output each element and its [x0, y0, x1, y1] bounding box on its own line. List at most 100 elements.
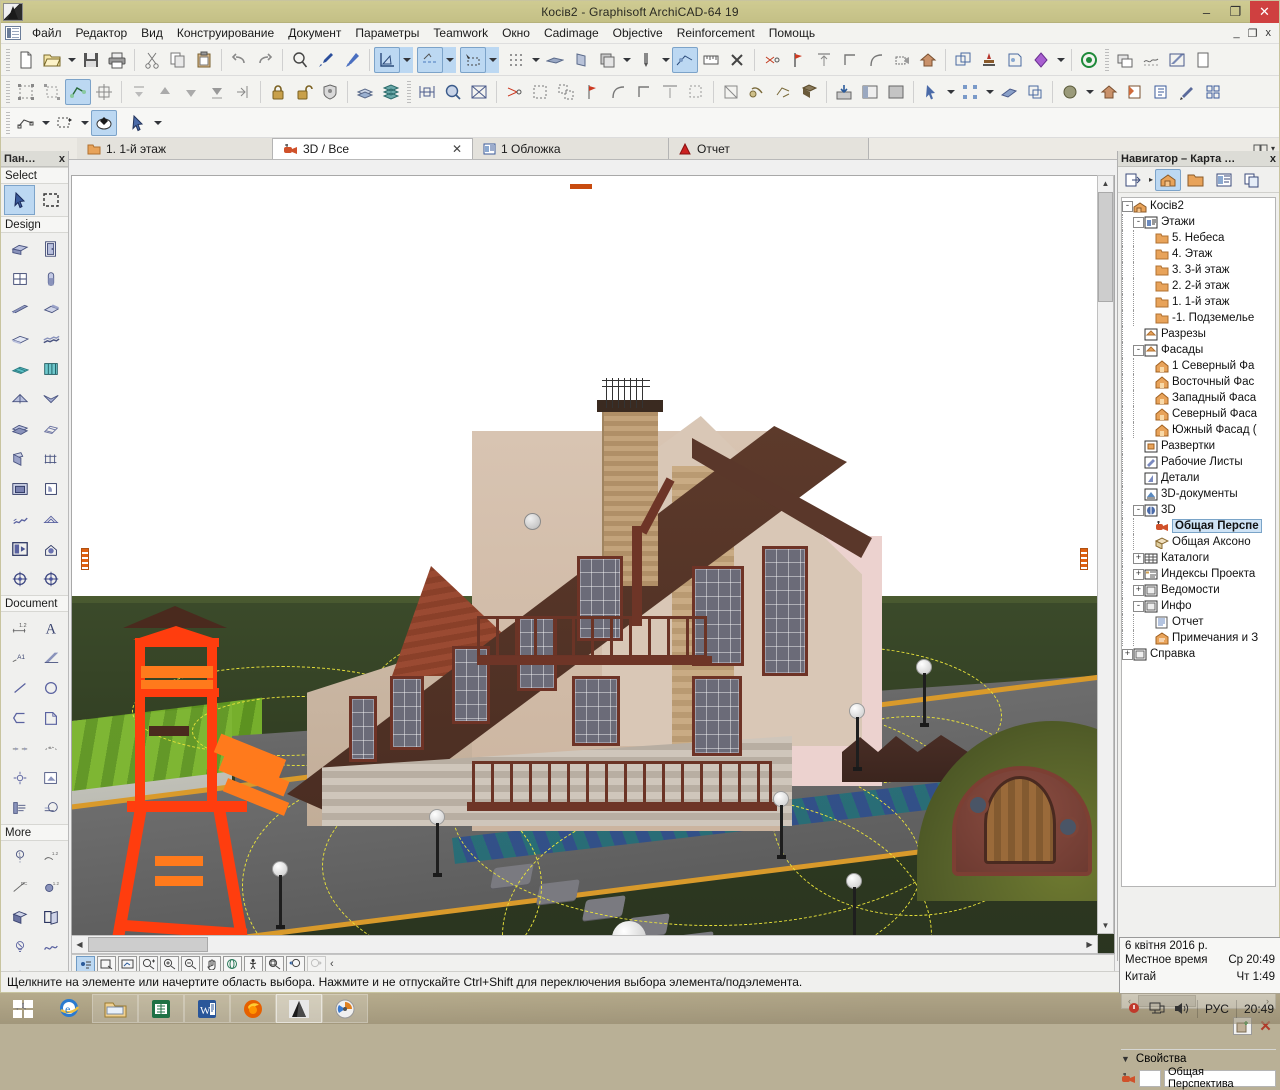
slab-tool-button[interactable] — [542, 47, 568, 73]
media-button[interactable] — [322, 994, 368, 1023]
scroll-up-arrow[interactable]: ▲ — [1098, 176, 1113, 191]
merge-shape-button[interactable] — [744, 79, 770, 105]
tool-dimension[interactable]: 1.2 — [4, 613, 35, 643]
special-snap-dropdown[interactable] — [529, 47, 542, 73]
copy-view-button[interactable] — [1022, 79, 1048, 105]
print-button[interactable] — [104, 47, 130, 73]
group-elements-button[interactable] — [13, 79, 39, 105]
polyline-tool-dropdown[interactable] — [39, 110, 52, 136]
next-zoom-button[interactable] — [307, 956, 326, 973]
import-data-button[interactable] — [831, 79, 857, 105]
tree-item[interactable]: Разрезы — [1122, 326, 1275, 342]
navigator-properties-header[interactable]: ▼ Свойства — [1121, 1049, 1276, 1066]
edit-handle-right[interactable] — [1080, 548, 1088, 570]
render-gem-button[interactable] — [1028, 47, 1054, 73]
tree-item[interactable]: Примечания и З — [1122, 630, 1275, 646]
tree-item[interactable]: Общая Перспе — [1122, 518, 1275, 534]
tool-beam[interactable] — [4, 294, 35, 324]
tool-label[interactable]: A1 — [4, 643, 35, 673]
unlock-button[interactable] — [291, 79, 317, 105]
navigator-layout-book-button[interactable] — [1211, 169, 1237, 191]
corner-edit-button[interactable] — [631, 79, 657, 105]
tree-item[interactable]: Западный Фаса — [1122, 390, 1275, 406]
tree-collapse-icon[interactable]: - — [1133, 345, 1144, 356]
tool-radial-dim[interactable] — [35, 733, 66, 763]
layers-button[interactable] — [594, 47, 620, 73]
volume-icon[interactable] — [1173, 1001, 1190, 1016]
tree-collapse-icon[interactable]: - — [1133, 217, 1144, 228]
select-arrow-dropdown[interactable] — [944, 79, 957, 105]
marquee-zone-button[interactable] — [466, 79, 492, 105]
find-select-button[interactable] — [440, 79, 466, 105]
undo-button[interactable] — [226, 47, 252, 73]
display-order-button[interactable] — [1112, 47, 1138, 73]
home-story-button[interactable] — [915, 47, 941, 73]
bring-to-front-button[interactable] — [204, 79, 230, 105]
tool-curtain-scheme[interactable]: 1.2 — [35, 842, 66, 872]
language-indicator[interactable]: РУС — [1205, 1002, 1229, 1016]
tool-object-3d[interactable] — [4, 902, 35, 932]
navigator-project-map-button[interactable] — [1155, 169, 1181, 191]
photorender-button[interactable] — [1076, 47, 1102, 73]
viewport-more-button[interactable]: ‹ — [330, 958, 334, 970]
bring-forward-button[interactable] — [178, 79, 204, 105]
mdi-minimize-button[interactable]: _ — [1230, 27, 1244, 40]
tree-item[interactable]: -Фасады — [1122, 342, 1275, 358]
cut-button[interactable] — [139, 47, 165, 73]
element-grid-button[interactable] — [1200, 79, 1226, 105]
split-flag-button[interactable] — [785, 47, 811, 73]
menu-window[interactable]: Окно — [495, 23, 537, 43]
excel-button[interactable] — [138, 994, 184, 1023]
tree-item[interactable]: 5. Небеса — [1122, 230, 1275, 246]
tool-circle[interactable] — [35, 673, 66, 703]
element-paint-button[interactable] — [1174, 79, 1200, 105]
lock-button[interactable] — [265, 79, 291, 105]
explode-button[interactable] — [770, 79, 796, 105]
navigator-close-button[interactable]: x — [1270, 153, 1276, 165]
tool-elevation[interactable] — [35, 534, 66, 564]
eyedropper-button[interactable] — [313, 47, 339, 73]
grid-snap-dropdown[interactable] — [400, 47, 413, 73]
syringe-button[interactable] — [339, 47, 365, 73]
tab-3d-all[interactable]: 3D / Все ✕ — [273, 138, 473, 159]
tool-corner-window[interactable] — [35, 474, 66, 504]
tree-item[interactable]: Отчет — [1122, 614, 1275, 630]
internet-explorer-button[interactable]: e — [46, 994, 92, 1023]
pen-weight-dropdown[interactable] — [659, 47, 672, 73]
paint-fill-button[interactable] — [91, 110, 117, 136]
mdi-close-button[interactable]: x — [1262, 27, 1276, 40]
select-multi-dropdown[interactable] — [983, 79, 996, 105]
tool-change-marker[interactable]: 1 — [4, 842, 35, 872]
tab-report[interactable]: Отчет — [669, 138, 869, 159]
zoom-plusminus-button[interactable] — [139, 956, 158, 973]
tool-point-dim[interactable]: 1.2 — [35, 872, 66, 902]
taskbar-clock[interactable]: 20:49 — [1244, 1002, 1274, 1016]
toolbar-grip[interactable] — [6, 112, 10, 134]
tool-worksheet[interactable] — [35, 793, 66, 823]
prev-zoom-button[interactable] — [286, 956, 305, 973]
tool-detail[interactable] — [4, 793, 35, 823]
tool-shell[interactable] — [35, 384, 66, 414]
zoom-in-button[interactable] — [160, 956, 179, 973]
zoom-area-button[interactable] — [265, 956, 284, 973]
tree-item[interactable]: -3D — [1122, 502, 1275, 518]
polyline-tool-button[interactable] — [13, 110, 39, 136]
adjust-box-button[interactable] — [527, 79, 553, 105]
scroll-down-arrow[interactable]: ▼ — [1098, 918, 1113, 933]
align-center-button[interactable] — [230, 79, 256, 105]
tab-cover-sheet[interactable]: 1 Обложка — [473, 138, 669, 159]
split-elements-button[interactable] — [501, 79, 527, 105]
tool-slab[interactable] — [4, 324, 35, 354]
menu-design[interactable]: Конструирование — [170, 23, 281, 43]
tab-story-1[interactable]: 1. 1-й этаж — [77, 138, 273, 159]
open-file-dropdown[interactable] — [65, 47, 78, 73]
tree-item[interactable]: -Инфо — [1122, 598, 1275, 614]
intersect-elems-button[interactable] — [553, 79, 579, 105]
archicad-button[interactable] — [276, 994, 322, 1023]
protect-button[interactable] — [317, 79, 343, 105]
tool-stair[interactable] — [35, 324, 66, 354]
layers-dropdown[interactable] — [620, 47, 633, 73]
trim-button[interactable] — [759, 47, 785, 73]
align-elems-button[interactable] — [657, 79, 683, 105]
tree-item[interactable]: 4. Этаж — [1122, 246, 1275, 262]
